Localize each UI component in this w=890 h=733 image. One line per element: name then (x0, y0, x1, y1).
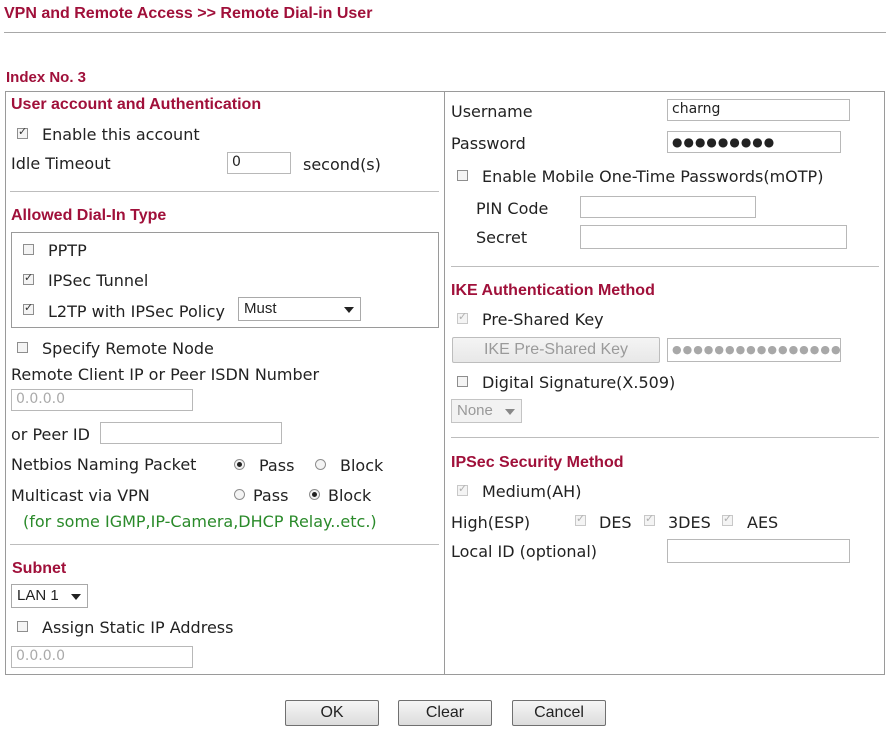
digsig-select[interactable]: None (451, 399, 522, 423)
idle-timeout-label: Idle Timeout (11, 154, 111, 173)
medium-ah-label: Medium(AH) (482, 482, 582, 501)
remote-node-checkbox[interactable] (17, 342, 28, 353)
l2tp-policy-select[interactable]: Must (238, 297, 361, 321)
secret-input[interactable] (580, 225, 847, 249)
static-ip-checkbox[interactable] (17, 621, 28, 632)
column-divider (444, 92, 445, 674)
3des-checkbox[interactable] (644, 512, 655, 526)
username-label: Username (451, 102, 533, 121)
ike-psk-button[interactable]: IKE Pre-Shared Key (452, 337, 660, 363)
l2tp-policy-value: Must (244, 300, 277, 317)
motp-checkbox[interactable] (457, 170, 468, 181)
digsig-checkbox[interactable] (457, 376, 468, 387)
l2tp-checkbox[interactable] (23, 301, 34, 315)
l2tp-label: L2TP with IPSec Policy (48, 302, 225, 321)
multicast-label: Multicast via VPN (11, 486, 150, 505)
subnet-section-heading: Subnet (12, 560, 67, 577)
index-label: Index No. 3 (6, 69, 87, 86)
divider (10, 544, 439, 545)
idle-timeout-input[interactable]: 0 (227, 152, 291, 174)
ok-button[interactable]: OK (285, 700, 379, 726)
static-ip-input[interactable]: 0.0.0.0 (11, 646, 193, 668)
local-id-input[interactable] (667, 539, 850, 563)
psk-checkbox[interactable] (457, 310, 468, 324)
psk-input[interactable]: ●●●●●●●●●●●●●●●● (667, 338, 841, 362)
high-esp-label: High(ESP) (451, 513, 531, 532)
pin-code-input[interactable] (580, 196, 756, 218)
pptp-checkbox[interactable] (23, 244, 34, 255)
netbios-block-radio[interactable] (315, 459, 326, 470)
local-id-label: Local ID (optional) (451, 542, 598, 561)
multicast-pass-radio[interactable] (234, 489, 245, 500)
cancel-button[interactable]: Cancel (512, 700, 606, 726)
peer-id-label: or Peer ID (11, 425, 90, 444)
secret-label: Secret (476, 228, 528, 247)
pptp-label: PPTP (48, 241, 87, 260)
page-title: VPN and Remote Access >> Remote Dial-in … (4, 5, 373, 22)
static-ip-label: Assign Static IP Address (42, 618, 234, 637)
chevron-down-icon (505, 409, 515, 415)
chevron-down-icon (71, 594, 81, 600)
title-divider (4, 32, 886, 33)
netbios-block-label: Block (340, 456, 384, 475)
divider (451, 266, 879, 267)
ipsec-section-heading: IPSec Security Method (451, 454, 624, 471)
remote-ip-input[interactable]: 0.0.0.0 (11, 389, 193, 411)
divider (10, 191, 439, 192)
idle-timeout-unit: second(s) (303, 155, 381, 174)
3des-label: 3DES (668, 513, 711, 532)
multicast-note: (for some IGMP,IP-Camera,DHCP Relay..etc… (23, 512, 377, 531)
enable-account-checkbox[interactable] (17, 125, 28, 139)
remote-node-label: Specify Remote Node (42, 339, 214, 358)
ipsec-tunnel-checkbox[interactable] (23, 271, 34, 285)
pin-code-label: PIN Code (476, 199, 549, 218)
username-input[interactable]: charng (667, 99, 850, 121)
multicast-block-label: Block (328, 486, 372, 505)
psk-label: Pre-Shared Key (482, 310, 604, 329)
enable-account-label: Enable this account (42, 125, 200, 144)
aes-checkbox[interactable] (722, 512, 733, 526)
multicast-block-radio[interactable] (309, 489, 320, 500)
motp-label: Enable Mobile One-Time Passwords(mOTP) (482, 167, 824, 186)
peer-id-input[interactable] (100, 422, 282, 444)
ipsec-tunnel-label: IPSec Tunnel (48, 271, 149, 290)
des-checkbox[interactable] (575, 512, 586, 526)
subnet-value: LAN 1 (17, 587, 59, 604)
aes-label: AES (747, 513, 779, 532)
password-label: Password (451, 134, 526, 153)
netbios-pass-label: Pass (259, 456, 295, 475)
remote-ip-label: Remote Client IP or Peer ISDN Number (11, 365, 320, 384)
medium-ah-checkbox[interactable] (457, 482, 468, 496)
des-label: DES (599, 513, 632, 532)
divider (451, 437, 879, 438)
password-input[interactable]: ●●●●●●●●● (667, 131, 841, 153)
digsig-value: None (457, 402, 493, 419)
account-section-heading: User account and Authentication (11, 96, 262, 113)
netbios-pass-radio[interactable] (234, 459, 245, 470)
multicast-pass-label: Pass (253, 486, 289, 505)
clear-button[interactable]: Clear (398, 700, 492, 726)
chevron-down-icon (344, 307, 354, 313)
netbios-label: Netbios Naming Packet (11, 455, 197, 474)
dialin-section-heading: Allowed Dial-In Type (11, 207, 167, 224)
digsig-label: Digital Signature(X.509) (482, 373, 676, 392)
ike-section-heading: IKE Authentication Method (451, 282, 655, 299)
subnet-select[interactable]: LAN 1 (11, 584, 88, 608)
